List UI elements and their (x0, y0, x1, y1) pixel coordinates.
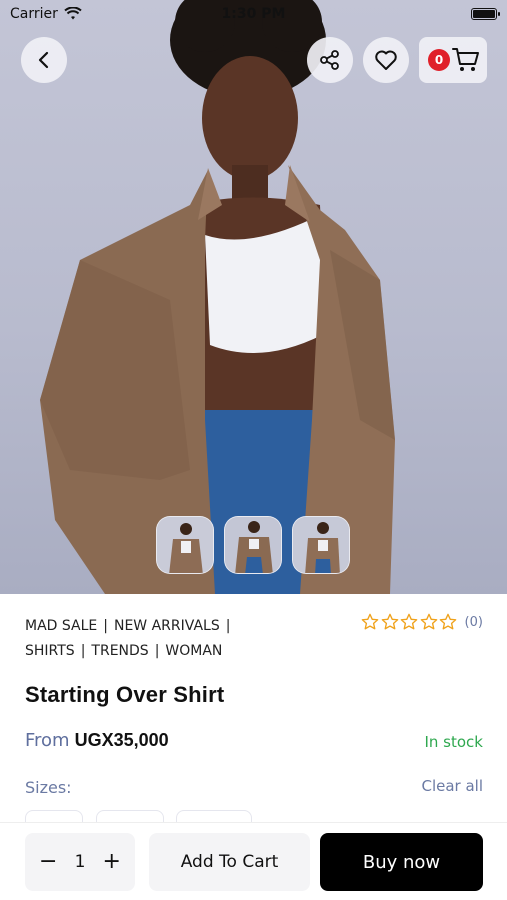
category-link[interactable]: TRENDS (91, 643, 148, 659)
status-bar: Carrier 1:30 PM (0, 0, 507, 28)
category-links: MAD SALE | NEW ARRIVALS | SHIRTS | TRENDS | WOM… (25, 614, 275, 664)
thumbnail-image (157, 517, 213, 573)
category-link[interactable]: WOMAN (165, 643, 222, 659)
cart-icon (452, 48, 479, 71)
thumbnail-1[interactable] (156, 516, 214, 574)
chevron-left-icon (38, 51, 49, 69)
category-separator: | (154, 643, 160, 659)
bottom-action-bar: − 1 + Add To Cart Buy now (0, 822, 507, 900)
thumbnail-image (293, 517, 349, 573)
star-icon (400, 613, 418, 630)
battery-icon (471, 8, 500, 20)
rating[interactable]: (0) (361, 613, 483, 631)
category-link[interactable]: NEW ARRIVALS (114, 618, 220, 634)
category-link[interactable]: MAD SALE (25, 618, 97, 634)
decrement-button[interactable]: − (39, 851, 57, 873)
stock-status: In stock (424, 733, 483, 751)
star-icon (439, 613, 457, 630)
category-separator: | (103, 618, 108, 634)
add-to-cart-button[interactable]: Add To Cart (149, 833, 310, 891)
heart-icon (375, 50, 397, 70)
share-icon (320, 50, 339, 70)
rating-count: (0) (464, 614, 483, 630)
price-row: From UGX35,000 (25, 730, 169, 751)
cart-count-badge: 0 (428, 49, 450, 71)
star-icon (381, 613, 398, 630)
product-title: Starting Over Shirt (25, 682, 225, 707)
price-value: UGX35,000 (74, 730, 169, 750)
wishlist-button[interactable] (363, 37, 409, 83)
buy-now-button[interactable]: Buy now (320, 833, 483, 891)
category-link[interactable]: SHIRTS (25, 643, 75, 659)
cart-button[interactable]: 0 (419, 37, 487, 83)
thumbnail-2[interactable] (224, 516, 282, 574)
back-button[interactable] (21, 37, 67, 83)
star-icon (420, 613, 437, 630)
clear-all-link[interactable]: Clear all (421, 777, 483, 795)
status-time: 1:30 PM (221, 6, 286, 22)
product-image[interactable] (0, 0, 507, 594)
thumbnail-strip (156, 516, 350, 574)
thumbnail-3[interactable] (292, 516, 350, 574)
quantity-value: 1 (74, 852, 86, 872)
quantity-stepper: − 1 + (25, 833, 135, 891)
product-photo (40, 0, 395, 594)
thumbnail-image (225, 517, 281, 573)
share-button[interactable] (307, 37, 353, 83)
sizes-label: Sizes: (25, 778, 72, 797)
category-separator: | (225, 618, 231, 634)
category-separator: | (80, 643, 86, 659)
increment-button[interactable]: + (103, 851, 121, 873)
star-icon (361, 613, 379, 630)
price-prefix: From (25, 730, 70, 751)
